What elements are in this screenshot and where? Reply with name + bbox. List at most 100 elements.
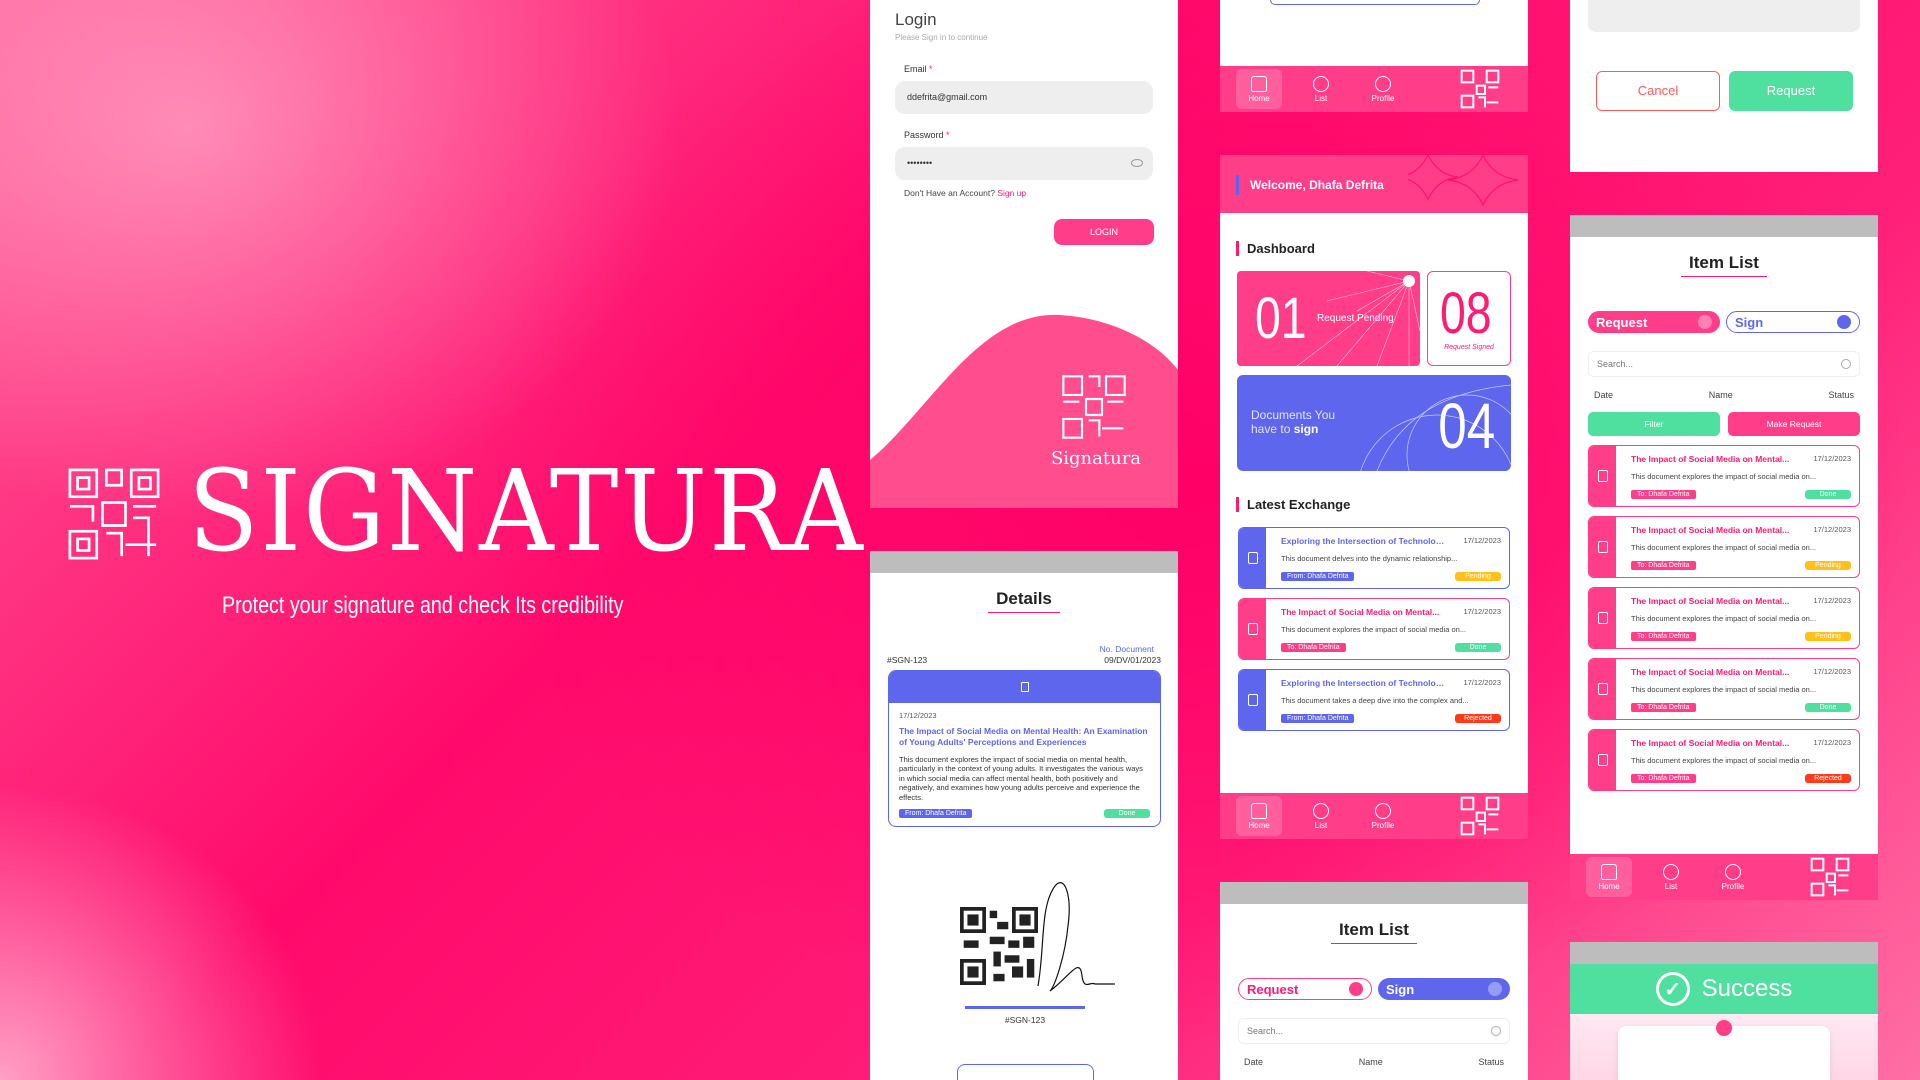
dashboard-heading-text: Dashboard [1247,241,1315,256]
signed-card[interactable]: 08 Request Signed [1427,271,1511,366]
status-bar [1220,882,1528,904]
nav-list[interactable]: List [1648,857,1694,897]
search-placeholder: Search... [1247,1026,1284,1036]
search-icon [1841,359,1851,369]
sign-icon [1488,982,1502,996]
eye-icon[interactable] [1131,159,1143,167]
dashboard-heading: Dashboard [1236,241,1315,256]
nav-home[interactable]: Home [1586,857,1632,897]
tab-request[interactable]: Request [1588,311,1720,333]
status-bar [1570,215,1878,237]
profile-icon [1725,863,1741,880]
welcome-accent [1236,175,1239,195]
nav-home-label: Home [1598,881,1620,891]
login-logo-text: Signatura [1050,448,1142,469]
nav-list[interactable]: List [1298,69,1344,109]
documents-card[interactable]: Documents You have to sign 04 [1237,375,1511,471]
card-status: Done [1805,490,1851,499]
nav-home[interactable]: Home [1236,69,1282,109]
document-card[interactable]: 17/12/2023 The Impact of Social Media on… [888,670,1161,827]
search-input[interactable]: Search... [1238,1018,1510,1044]
sort-date[interactable]: Date [1594,390,1613,400]
card-strip [1589,730,1616,790]
card-title: The Impact of Social Media on Mental... [1281,607,1440,617]
card-tag: To: Dhafa Defrita [1631,703,1696,712]
pending-card[interactable]: 01 Request Pending [1237,271,1420,366]
signup-prompt: Don't Have an Account? Sign up [904,188,1026,198]
nav-qr-icon[interactable] [1810,857,1850,897]
card-tag: From: Dhafa Defrita [1281,714,1355,723]
home-icon [1251,802,1267,819]
nav-qr-icon[interactable] [1460,69,1500,109]
tab-request[interactable]: Request [1238,978,1372,1000]
home-nav-screen: Home List Profile [1220,0,1528,112]
list-item[interactable]: The Impact of Social Media on Mental... 1… [1588,516,1860,578]
details-title-text: Details [988,589,1060,613]
sort-name[interactable]: Name [1359,1057,1383,1067]
nav-profile[interactable]: Profile [1360,69,1406,109]
card-strip [1589,659,1616,719]
tab-sign[interactable]: Sign [1378,978,1510,1000]
login-screen: Login Please Sign in to continue Email *… [870,0,1178,508]
nav-qr-icon[interactable] [1460,796,1500,836]
signed-count: 08 [1440,281,1492,346]
success-card [1618,1020,1830,1080]
card-title: Exploring the Intersection of Technology… [1281,536,1449,546]
documents-label-line2: have to [1251,422,1291,437]
search-input[interactable]: Search... [1588,351,1860,377]
list-item[interactable]: The Impact of Social Media on Mental... 1… [1588,587,1860,649]
card-strip [1239,670,1266,730]
exchange-card[interactable]: Exploring the Intersection of Technology… [1238,527,1510,589]
details-bottom-button[interactable] [957,1064,1094,1080]
card-tag: To: Dhafa Defrita [1631,774,1696,783]
brand-name: SIGNATURA [188,447,865,577]
documents-label: Documents You have to sign [1251,408,1335,437]
signup-link[interactable]: Sign up [997,188,1026,198]
exchange-card[interactable]: Exploring the Intersection of Technology… [1238,669,1510,731]
request-button[interactable]: Request [1729,71,1853,111]
sign-icon [1247,694,1258,706]
make-request-button[interactable]: Make Request [1728,412,1860,436]
filter-button[interactable]: Filter [1588,412,1720,436]
card-tag: To: Dhafa Defrita [1631,561,1696,570]
card-title: The Impact of Social Media on Mental... [1631,667,1790,677]
card-strip [1589,517,1616,577]
nav-list[interactable]: List [1298,796,1344,836]
documents-label-bold: sign [1293,422,1319,437]
success-screen: ✓ Success [1570,942,1878,1080]
card-text: This document explores the impact of soc… [1631,543,1817,552]
list-item[interactable]: The Impact of Social Media on Mental... 1… [1588,445,1860,507]
password-field[interactable]: •••••••• [895,147,1153,180]
card-date: 17/12/2023 [1813,525,1851,534]
sort-status[interactable]: Status [1828,390,1854,400]
tab-sign[interactable]: Sign [1726,311,1860,333]
document-date: 17/12/2023 [899,711,937,720]
list-item[interactable]: The Impact of Social Media on Mental... 1… [1588,658,1860,720]
list-item[interactable]: The Impact of Social Media on Mental... 1… [1588,729,1860,791]
modal-textarea[interactable] [1588,0,1860,32]
email-field[interactable]: ddefrita@gmail.com [895,81,1153,114]
document-icon [1597,541,1608,553]
sort-name[interactable]: Name [1709,390,1733,400]
login-button[interactable]: LOGIN [1054,219,1154,245]
email-label: Email * [904,64,933,74]
nav-home[interactable]: Home [1236,796,1282,836]
sort-date[interactable]: Date [1244,1057,1263,1067]
card-title: Exploring the Intersection of Technology… [1281,678,1449,688]
document-number-label: No. Document [1099,644,1154,654]
nav-profile[interactable]: Profile [1710,857,1756,897]
itemlist-title: Item List [1220,920,1528,944]
nav-profile-label: Profile [1721,881,1745,891]
email-label-text: Email [904,64,927,74]
document-icon [1597,612,1608,624]
itemlist-title: Item List [1570,253,1878,277]
sort-row: Date Name Status [1238,1057,1510,1067]
password-label: Password * [904,130,950,140]
tab-request-label: Request [1247,981,1299,997]
itemlist-title-text: Item List [1681,253,1767,277]
exchange-card[interactable]: The Impact of Social Media on Mental... 1… [1238,598,1510,660]
nav-profile[interactable]: Profile [1360,796,1406,836]
sort-status[interactable]: Status [1478,1057,1504,1067]
no-account-text: Don't Have an Account? [904,188,995,198]
cancel-button[interactable]: Cancel [1596,71,1720,111]
